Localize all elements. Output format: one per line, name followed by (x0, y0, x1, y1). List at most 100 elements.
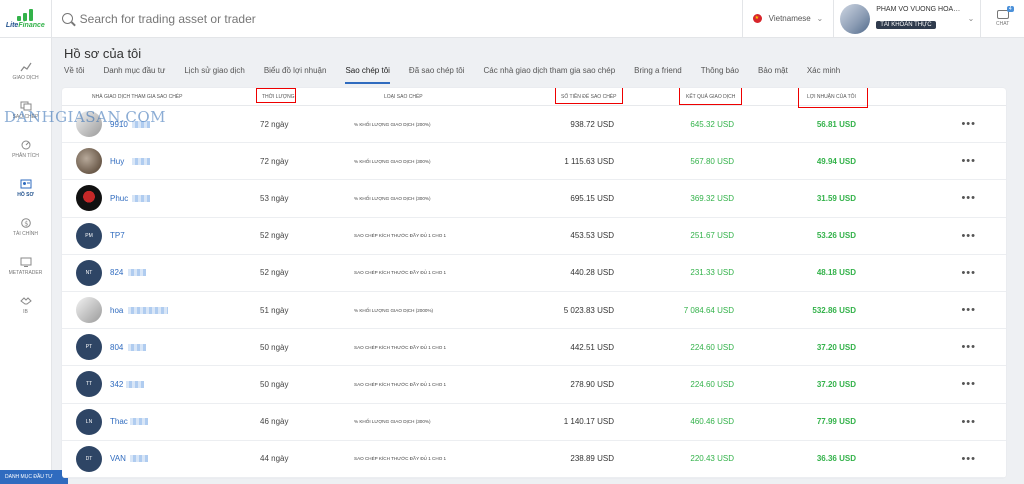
highlight-profit (798, 88, 868, 108)
amount: 238.89 USD (570, 454, 614, 464)
amount: 442.51 USD (570, 342, 614, 352)
redaction-blur (132, 157, 150, 165)
more-options-icon[interactable]: ••• (961, 453, 976, 465)
sidebar-item-ib[interactable]: IB (0, 286, 51, 325)
table-row[interactable]: DT VAN 44 ngày SAO CHÉP KÍCH THƯỚC ĐẦY Đ… (62, 441, 1006, 478)
tab-bring-a-friend[interactable]: Bring a friend (634, 66, 682, 84)
sidebar-item-label: GIAO DỊCH (12, 75, 39, 81)
sidebar-item-metatrader[interactable]: METATRADER (0, 247, 51, 286)
duration: 53 ngày (260, 193, 289, 203)
tab-copy-me[interactable]: Sao chép tôi (345, 66, 390, 84)
tab-security[interactable]: Bảo mật (758, 66, 788, 84)
highlight-amount (555, 88, 623, 104)
user-name: PHAM VO VUONG HOA… (876, 6, 961, 13)
tab-copied-me[interactable]: Đã sao chép tôi (409, 66, 465, 84)
duration: 72 ngày (260, 119, 289, 129)
more-options-icon[interactable]: ••• (961, 378, 976, 390)
more-options-icon[interactable]: ••• (961, 267, 976, 279)
trader-name[interactable]: 342 (110, 380, 123, 389)
duration: 72 ngày (260, 156, 289, 166)
search-icon[interactable] (61, 13, 73, 24)
svg-text:$: $ (24, 220, 28, 228)
more-options-icon[interactable]: ••• (961, 155, 976, 167)
more-options-icon[interactable]: ••• (961, 118, 976, 130)
my-profit: 31.59 USD (816, 193, 856, 203)
trade-result: 369.32 USD (690, 193, 734, 203)
logo-text: LiteFinance (6, 22, 45, 29)
more-options-icon[interactable]: ••• (961, 192, 976, 204)
sidebar-item-analytics[interactable]: PHÂN TÍCH (0, 130, 51, 169)
table-row[interactable]: NT 824 52 ngày SAO CHÉP KÍCH THƯỚC ĐẦY Đ… (62, 255, 1006, 292)
more-options-icon[interactable]: ••• (961, 304, 976, 316)
more-options-icon[interactable]: ••• (961, 416, 976, 428)
trader-name[interactable]: Huy (110, 157, 124, 166)
trade-result: 251.67 USD (690, 231, 734, 241)
chat-button[interactable]: 4 CHAT (980, 0, 1024, 38)
trade-result: 567.80 USD (690, 156, 734, 166)
sidebar-item-label: PHÂN TÍCH (12, 153, 39, 159)
trader-name[interactable]: Phuc (110, 194, 128, 203)
logo[interactable]: LiteFinance (0, 0, 52, 38)
tab-profit-chart[interactable]: Biểu đồ lợi nhuận (264, 66, 327, 84)
table-row[interactable]: Huy 72 ngày % KHỐI LƯỢNG GIAO DỊCH (300%… (62, 143, 1006, 181)
handshake-icon (19, 297, 32, 305)
amount: 278.90 USD (570, 379, 614, 389)
sidebar-item-label: IB (23, 309, 28, 315)
sidebar-item-trading[interactable]: GIAO DỊCH (0, 52, 51, 91)
logo-mark-icon (17, 8, 34, 21)
copy-type: SAO CHÉP KÍCH THƯỚC ĐẦY ĐỦ 1 CHO 1 (354, 344, 447, 350)
trade-result: 7 084.64 USD (683, 305, 734, 315)
tab-verification[interactable]: Xác minh (807, 66, 840, 84)
duration: 51 ngày (260, 305, 289, 315)
trader-name[interactable]: TP7 (110, 231, 125, 240)
duration: 52 ngày (260, 268, 289, 278)
trader-name[interactable]: hoa (110, 306, 123, 315)
trade-result: 645.32 USD (690, 119, 734, 129)
user-info: PHAM VO VUONG HOA… TÀI KHOẢN THỰC (876, 6, 967, 31)
table-row[interactable]: PT 804 50 ngày SAO CHÉP KÍCH THƯỚC ĐẦY Đ… (62, 329, 1006, 367)
chart-line-icon (20, 62, 31, 72)
sidebar-item-profile[interactable]: HỒ SƠ (0, 169, 51, 208)
more-options-icon[interactable]: ••• (961, 341, 976, 353)
copy-type: SAO CHÉP KÍCH THƯỚC ĐẦY ĐỦ 1 CHO 1 (354, 381, 447, 387)
trader-name[interactable]: VAN (110, 454, 126, 463)
tab-portfolio[interactable]: Danh mục đầu tư (103, 66, 165, 84)
trader-name[interactable]: Thac (110, 417, 128, 426)
redaction-blur (132, 194, 150, 202)
trader-name[interactable]: 824 (110, 268, 123, 277)
duration: 44 ngày (260, 454, 289, 464)
avatar (76, 185, 102, 212)
copy-type: % KHỐI LƯỢNG GIAO DỊCH (300%) (354, 419, 431, 425)
my-profit: 532.86 USD (812, 305, 856, 315)
trade-result: 224.60 USD (690, 342, 734, 352)
avatar: NT (76, 259, 102, 286)
avatar: PT (76, 334, 102, 361)
trade-result: 224.60 USD (690, 379, 734, 389)
table-row[interactable]: PM TP7 52 ngày SAO CHÉP KÍCH THƯỚC ĐẦY Đ… (62, 218, 1006, 255)
search-input[interactable] (79, 11, 680, 26)
avatar (840, 3, 871, 34)
portfolio-bar-label: DANH MỤC ĐẦU TƯ (5, 474, 53, 480)
table-row[interactable]: 9910 72 ngày % KHỐI LƯỢNG GIAO DỊCH (200… (62, 106, 1006, 144)
tab-copy-traders[interactable]: Các nhà giao dịch tham gia sao chép (484, 66, 616, 84)
table-row[interactable]: LN Thac 46 ngày % KHỐI LƯỢNG GIAO DỊCH (… (62, 404, 1006, 441)
avatar: TT (76, 371, 102, 398)
logo-text-finance: Finance (18, 21, 45, 29)
redaction-blur (130, 455, 148, 463)
tab-trade-history[interactable]: Lịch sử giao dịch (184, 66, 245, 84)
tab-about[interactable]: Về tôi (64, 66, 84, 84)
portfolio-bar[interactable]: DANH MỤC ĐẦU TƯ (0, 470, 68, 484)
table-row[interactable]: TT 342 50 ngày SAO CHÉP KÍCH THƯỚC ĐẦY Đ… (62, 366, 1006, 404)
user-menu[interactable]: PHAM VO VUONG HOA… TÀI KHOẢN THỰC ⌄ (833, 0, 980, 38)
my-profit: 37.20 USD (816, 379, 856, 389)
trader-name[interactable]: 804 (110, 343, 123, 352)
amount: 1 115.63 USD (564, 156, 614, 166)
my-profit: 48.18 USD (816, 268, 856, 278)
sidebar-item-finance[interactable]: $ TÀI CHÍNH (0, 208, 51, 247)
table-row[interactable]: hoa 51 ngày % KHỐI LƯỢNG GIAO DỊCH (2000… (62, 292, 1006, 330)
tab-notifications[interactable]: Thông báo (701, 66, 739, 84)
more-options-icon[interactable]: ••• (961, 230, 976, 242)
language-selector[interactable]: Vietnamese ⌄ (741, 0, 834, 38)
table-row[interactable]: Phuc 53 ngày % KHỐI LƯỢNG GIAO DỊCH (300… (62, 180, 1006, 218)
redaction-blur (128, 306, 168, 314)
